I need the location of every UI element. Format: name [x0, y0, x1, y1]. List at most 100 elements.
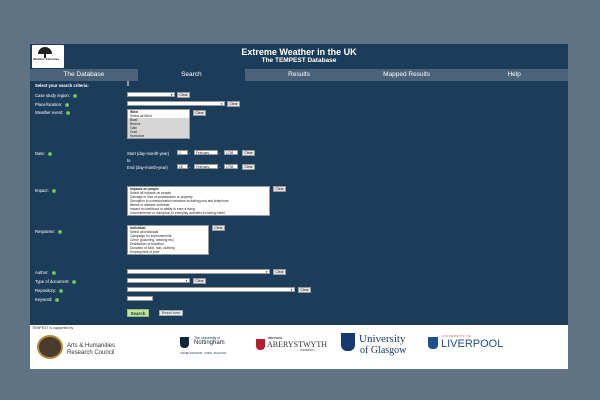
chevron-down-icon: ▼ [185, 279, 188, 283]
tab-mapped-results[interactable]: Mapped Results [353, 69, 461, 81]
date-separator: - [219, 165, 221, 170]
response-clear-button[interactable]: Clear [212, 225, 225, 231]
impact-label-text: Impact: [35, 188, 49, 193]
event-clear-button[interactable]: Clear [193, 110, 206, 116]
nottingham-line-3: UNITED KINGDOM · CHINA · MALAYSIA [180, 352, 227, 355]
help-icon[interactable]: ? [66, 110, 71, 115]
date-separator: - [189, 151, 191, 156]
search-form: Select your search criteria: Case study … [30, 81, 568, 325]
help-icon[interactable]: ? [51, 270, 56, 275]
liverpool-crest-icon[interactable] [428, 337, 438, 349]
reset-form-button[interactable]: Reset form [159, 310, 183, 316]
repository-label: Repository:? [35, 288, 64, 293]
ahrc-line-1: Arts & Humanities [67, 343, 116, 349]
ahrc-line-2: Research Council [67, 350, 115, 356]
aberystwyth-line-2: ABERYSTWYTH [267, 340, 327, 349]
tab-search[interactable]: Search [137, 69, 246, 81]
help-icon[interactable]: ? [55, 297, 60, 302]
place-label-text: Place/location: [35, 102, 63, 107]
start-month-select[interactable]: February [194, 150, 218, 155]
glasgow-line-2: of Glasgow [360, 345, 407, 356]
keyword-label: Keyword:? [35, 297, 60, 302]
repository-label-text: Repository: [35, 288, 57, 293]
place-select[interactable]: ▼ [127, 101, 225, 106]
chevron-down-icon: ▼ [170, 93, 173, 97]
nottingham-crest-icon[interactable] [180, 337, 189, 348]
keyword-label-text: Keyword: [35, 297, 53, 302]
help-icon[interactable]: ? [59, 288, 64, 293]
list-item[interactable]: Inconvenience or disruption to everyday … [128, 211, 269, 215]
date-label: Date:? [35, 151, 53, 156]
page-panel: Weather Extremes Extreme Weather in the … [30, 44, 568, 369]
glasgow-crest-icon[interactable] [341, 333, 355, 351]
author-select-placeholder [127, 81, 129, 86]
end-month-select[interactable]: February [194, 164, 218, 169]
place-label: Place/location:? [35, 102, 70, 107]
region-label-text: Case study region: [35, 93, 70, 98]
date-to-label: to [127, 158, 131, 163]
chevron-down-icon: ▼ [265, 270, 268, 274]
help-icon[interactable]: ? [58, 229, 63, 234]
end-date-clear-button[interactable]: Clear [242, 163, 255, 170]
page-title: Extreme Weather in the UK [241, 47, 357, 57]
response-label: Response:? [35, 229, 63, 234]
repository-select[interactable]: ▼ [127, 287, 295, 292]
tab-the-database[interactable]: The Database [30, 69, 138, 81]
event-label-text: Weather event: [35, 110, 64, 115]
doctype-clear-button[interactable]: Clear [193, 277, 206, 284]
form-heading: Select your search criteria: [35, 83, 89, 88]
doctype-label: Type of document:? [35, 279, 77, 284]
author-label: Author:? [35, 270, 56, 275]
ahrc-name: Arts & Humanities Research Council [67, 343, 115, 357]
impact-list[interactable]: Impacts on people Select all impacts on … [127, 186, 270, 216]
list-item[interactable]: Employment of poor [128, 250, 208, 254]
region-clear-button[interactable]: Clear [177, 91, 190, 98]
response-label-text: Response: [35, 229, 56, 234]
place-clear-button[interactable]: Clear [227, 100, 240, 107]
doctype-label-text: Type of document: [35, 279, 70, 284]
impact-label: Impact:? [35, 188, 56, 193]
supported-by-text: TEMPEST is supported by [32, 326, 74, 330]
event-label: Weather event:? [35, 110, 71, 115]
help-icon[interactable]: ? [65, 102, 70, 107]
date-separator: - [219, 151, 221, 156]
region-label: Case study region:? [35, 93, 77, 98]
nottingham-line-2: Nottingham [194, 340, 225, 346]
liverpool-line-2: LIVERPOOL [441, 338, 504, 350]
search-button[interactable]: Search [127, 309, 149, 317]
help-icon[interactable]: ? [72, 279, 77, 284]
weather-event-list[interactable]: Wind Select all Wind Blast Breeze Gale G… [127, 109, 190, 139]
end-day-input[interactable]: 28 [177, 164, 188, 169]
date-label-text: Date: [35, 151, 46, 156]
page-subtitle: The TEMPEST Database [261, 57, 337, 64]
main-nav: The Database Search Results Mapped Resul… [30, 69, 568, 81]
aberystwyth-line-3: UNIVERSITY [300, 349, 316, 352]
start-date-label: Start (day-month-year) [127, 151, 170, 156]
aberystwyth-shield-icon[interactable] [256, 339, 265, 350]
ahrc-logo-icon[interactable] [37, 335, 63, 359]
date-separator: - [189, 165, 191, 170]
start-date-clear-button[interactable]: Clear [242, 149, 255, 156]
author-clear-button[interactable]: Clear [273, 268, 286, 275]
start-year-input[interactable]: 1798 [224, 150, 238, 155]
glasgow-line-1: University [359, 333, 406, 345]
author-select[interactable]: ▼ [127, 269, 270, 274]
tab-results[interactable]: Results [245, 69, 353, 81]
impact-clear-button[interactable]: Clear [273, 186, 286, 192]
header: Weather Extremes Extreme Weather in the … [30, 44, 568, 69]
help-icon[interactable]: ? [48, 151, 53, 156]
keyword-input[interactable] [127, 296, 153, 301]
footer: TEMPEST is supported by Arts & Humanitie… [30, 325, 568, 369]
list-item[interactable]: Hurricane [128, 134, 189, 138]
tab-help[interactable]: Help [460, 69, 568, 81]
region-select[interactable]: ▼ [127, 92, 175, 97]
start-day-input[interactable]: 1 [177, 150, 188, 155]
repository-clear-button[interactable]: Clear [298, 286, 311, 293]
end-year-input[interactable]: 1798 [224, 164, 238, 169]
doctype-select[interactable]: ▼ [127, 278, 190, 283]
chevron-down-icon: ▼ [220, 102, 223, 106]
response-list[interactable]: Individual Select all Individual Campaig… [127, 225, 209, 255]
help-icon[interactable]: ? [72, 93, 77, 98]
help-icon[interactable]: ? [51, 188, 56, 193]
chevron-down-icon: ▼ [290, 288, 293, 292]
